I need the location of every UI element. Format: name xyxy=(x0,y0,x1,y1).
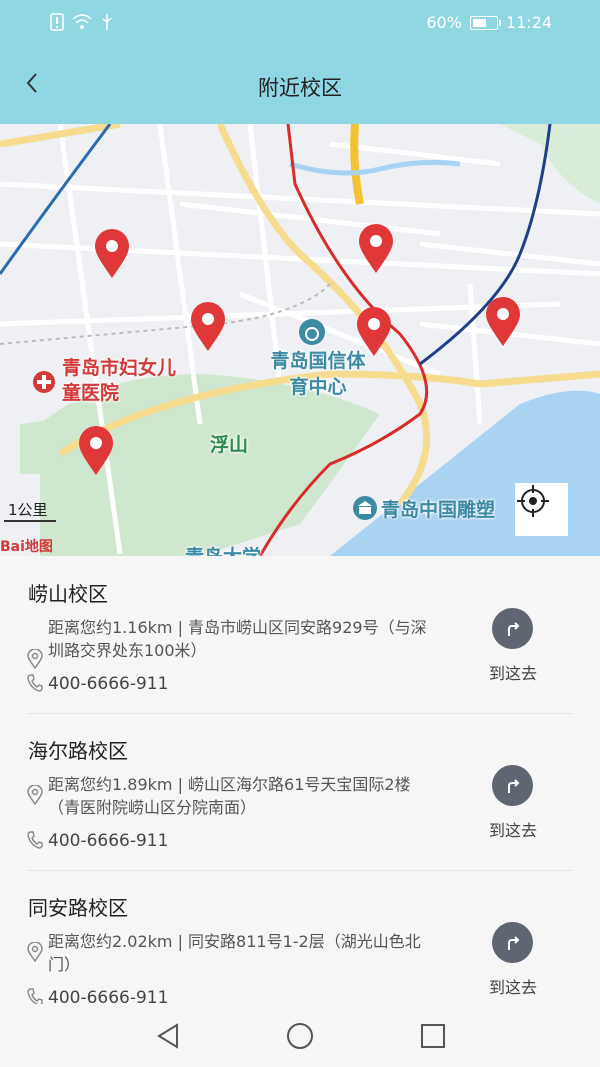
map-label-sculpture: 青岛中国雕塑 xyxy=(381,499,496,521)
nav-recents-button[interactable] xyxy=(415,1018,451,1054)
map-pin-1[interactable] xyxy=(93,228,131,280)
map-pin-3[interactable] xyxy=(189,301,227,353)
campus-phone[interactable]: 400-6666-911 xyxy=(48,831,168,851)
map-label-stadium: 青岛国信体育中心 xyxy=(270,350,366,398)
nav-back-button[interactable] xyxy=(150,1018,186,1054)
map-scale-label: 1公里 xyxy=(8,501,48,519)
campus-name: 同安路校区 xyxy=(28,896,128,920)
header: 附近校区 xyxy=(0,48,600,124)
turn-right-icon xyxy=(492,922,533,963)
system-nav-bar xyxy=(0,1004,600,1067)
hospital-icon xyxy=(33,371,55,393)
campus-address: 距离您约1.16km | 青岛市崂山区同安路929号（与深圳路交界处东100米） xyxy=(48,618,427,660)
clock: 11:24 xyxy=(505,13,552,32)
map-pin-5[interactable] xyxy=(484,296,522,348)
campus-name: 海尔路校区 xyxy=(28,739,128,763)
divider xyxy=(28,713,572,714)
location-pin-icon xyxy=(27,942,43,962)
battery-icon xyxy=(469,15,501,30)
map-label-university: 青岛大学 xyxy=(185,542,261,556)
status-left-icons xyxy=(50,13,114,31)
phone-icon xyxy=(27,988,43,1004)
campus-address: 距离您约2.02km | 同安路811号1-2层（湖光山色北门） xyxy=(48,932,421,974)
campus-name: 崂山校区 xyxy=(28,582,108,606)
map-pin-2[interactable] xyxy=(357,223,395,275)
navigate-button[interactable]: 到这去 xyxy=(480,765,550,845)
navigate-label: 到这去 xyxy=(488,664,537,683)
campus-item[interactable]: 同安路校区 距离您约2.02km | 同安路811号1-2层（湖光山色北门） 4… xyxy=(0,892,600,1004)
campus-address: 距离您约1.89km | 崂山区海尔路61号天宝国际2楼（青医附院崂山区分院南面… xyxy=(48,775,411,817)
triangle-back-icon xyxy=(157,1023,178,1049)
alert-icon xyxy=(50,13,64,31)
map-label-fushan: 浮山 xyxy=(210,434,249,456)
navigate-button[interactable]: 到这去 xyxy=(480,922,550,1002)
campus-phone[interactable]: 400-6666-911 xyxy=(48,674,168,694)
square-recents-icon xyxy=(421,1024,445,1048)
location-pin-icon xyxy=(27,785,43,805)
map-pin-4[interactable] xyxy=(355,306,393,358)
status-right: 60% 11:24 xyxy=(426,13,552,32)
map-pin-6[interactable] xyxy=(77,425,115,477)
crosshair-icon xyxy=(517,485,549,517)
map-scale-bar xyxy=(4,520,56,522)
battery-percent: 60% xyxy=(426,13,462,32)
status-bar: 60% 11:24 xyxy=(0,0,600,48)
navigate-label: 到这去 xyxy=(488,978,537,997)
locate-button[interactable] xyxy=(515,483,568,536)
map-label-hospital: 青岛市妇女儿童医院 xyxy=(62,357,177,404)
phone-icon xyxy=(27,831,43,849)
turn-right-icon xyxy=(492,608,533,649)
stadium-icon xyxy=(299,319,325,345)
campus-item[interactable]: 崂山校区 距离您约1.16km | 青岛市崂山区同安路929号（与深圳路交界处东… xyxy=(0,578,600,713)
campus-list[interactable]: 崂山校区 距离您约1.16km | 青岛市崂山区同安路929号（与深圳路交界处东… xyxy=(0,556,600,1004)
campus-item[interactable]: 海尔路校区 距离您约1.89km | 崂山区海尔路61号天宝国际2楼（青医附院崂… xyxy=(0,735,600,870)
campus-phone[interactable]: 400-6666-911 xyxy=(48,988,168,1004)
turn-right-icon xyxy=(492,765,533,806)
navigate-label: 到这去 xyxy=(488,821,537,840)
navigate-button[interactable]: 到这去 xyxy=(480,608,550,688)
baidu-logo: Bai地图 xyxy=(0,539,53,555)
location-pin-icon xyxy=(27,649,43,669)
divider xyxy=(28,870,572,871)
nav-home-button[interactable] xyxy=(282,1018,318,1054)
usb-icon xyxy=(102,14,112,30)
phone-icon xyxy=(27,674,43,692)
page-title: 附近校区 xyxy=(258,76,342,100)
wifi-icon xyxy=(72,14,92,29)
map-view[interactable]: 青岛市妇女儿童医院 青岛国信体育中心 浮山 青岛中国雕塑 青岛大学 1公里 Ba… xyxy=(0,124,600,556)
circle-home-icon xyxy=(287,1023,313,1049)
museum-icon xyxy=(353,496,377,520)
